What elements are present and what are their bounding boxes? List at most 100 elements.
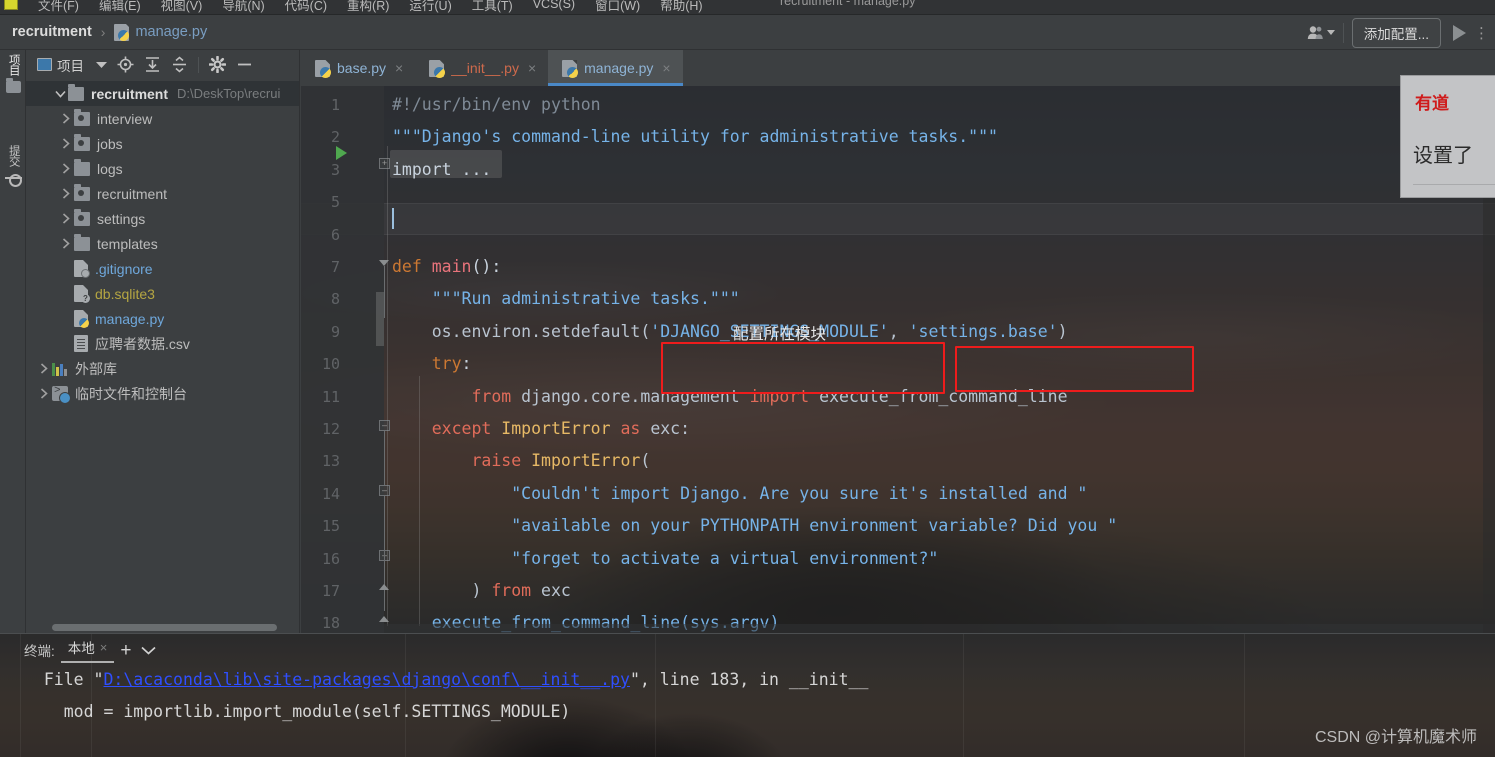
line-number: 3 (330, 160, 340, 179)
watermark: CSDN @计算机魔术师 (1314, 729, 1477, 746)
tree-node-1[interactable]: interview (26, 106, 299, 131)
people-glyph (1307, 26, 1323, 39)
tree-node-2[interactable]: jobs (26, 131, 299, 156)
chevron-right-icon[interactable] (58, 188, 74, 199)
chevron-down-icon[interactable] (96, 61, 107, 69)
collapse-all-icon[interactable] (171, 56, 188, 73)
project-horizontal-scrollbar[interactable] (52, 624, 277, 631)
code-line-13: raise ImportError( (392, 453, 650, 470)
tree-node-5[interactable]: settings (26, 206, 299, 231)
chevron-right-icon[interactable] (58, 113, 74, 124)
module-folder-icon (74, 108, 90, 126)
new-terminal-button[interactable]: + (120, 641, 131, 660)
menu-item-7[interactable]: 工具(T) (462, 0, 523, 14)
chevron-right-icon[interactable] (36, 388, 52, 399)
navigation-bar: recruitment › manage.py 添加配置... ⋮ (0, 15, 1495, 50)
chevron-right-icon[interactable] (58, 213, 74, 224)
tree-node-label: .gitignore (95, 260, 153, 277)
csv-file-icon (74, 335, 88, 352)
expand-all-icon[interactable] (144, 56, 161, 73)
menu-item-6[interactable]: 运行(U) (399, 0, 461, 14)
tree-node-0[interactable]: recruitment D:\DeskTop\recrui (26, 81, 299, 106)
chevron-right-icon[interactable] (58, 163, 74, 174)
tree-node-7[interactable]: .gitignore (26, 256, 299, 281)
code-token: import ... (392, 159, 492, 179)
gear-icon[interactable] (209, 56, 226, 73)
annotation-label: 配置所在模块 (733, 326, 827, 343)
terminal-tab-local[interactable]: 本地 × (60, 637, 114, 663)
user-account-icon[interactable] (1307, 25, 1335, 40)
editor-tab-bar: base.py × __init__.py × manage.py × (301, 50, 1495, 86)
code-token: "available on your PYTHONPATH environmen… (392, 516, 1118, 536)
menu-item-10[interactable]: 帮助(H) (650, 0, 712, 14)
breadcrumb-file[interactable]: manage.py (135, 24, 207, 40)
chevron-down-icon (1326, 30, 1335, 35)
menu-item-0[interactable]: 文件(F) (28, 0, 89, 14)
more-actions-button[interactable]: ⋮ (1474, 24, 1489, 42)
tree-node-path: D:\DeskTop\recrui (177, 86, 281, 101)
project-tree[interactable]: recruitment D:\DeskTop\recrui interview job… (26, 79, 299, 406)
run-button[interactable] (1453, 24, 1466, 41)
youdao-entry-text: 设置了 (1413, 145, 1473, 167)
line-number: 8 (330, 290, 340, 309)
editor-horizontal-scrollbar[interactable] (384, 624, 1495, 633)
editor-tab-label: manage.py (584, 60, 654, 76)
menu-item-2[interactable]: 视图(V) (151, 0, 213, 14)
terminal-header: 终端: 本地 × + (0, 634, 1495, 666)
tree-node-label: manage.py (95, 310, 165, 327)
code-line-12: except ImportError as exc: (392, 420, 690, 438)
editor-tab-label: __init__.py (451, 60, 519, 76)
code-line-10: try: (392, 355, 472, 373)
tree-node-12[interactable]: 临时文件和控制台 (26, 381, 299, 406)
code-line-8: """Run administrative tasks.""" (392, 291, 740, 308)
close-icon[interactable]: × (662, 60, 670, 76)
chevron-right-icon[interactable] (36, 363, 52, 374)
menu-item-5[interactable]: 重构(R) (337, 0, 399, 14)
close-icon[interactable]: × (100, 640, 108, 655)
tree-node-10[interactable]: 应聘者数据.csv (26, 331, 299, 356)
line-number: 10 (321, 355, 340, 374)
menu-item-4[interactable]: 代码(C) (275, 0, 337, 14)
sidebar-item-commit[interactable]: 提交 (0, 145, 26, 187)
sidebar-item-project[interactable]: 项目 (0, 54, 26, 93)
locate-icon[interactable] (117, 56, 134, 73)
breadcrumb-separator: › (100, 24, 106, 40)
tree-node-6[interactable]: templates (26, 231, 299, 256)
youdao-dictionary-popup[interactable]: 有道 设置了 (1400, 75, 1495, 198)
menu-item-3[interactable]: 导航(N) (212, 0, 274, 14)
code-token: os.environ.setdefault( (392, 321, 651, 341)
tree-node-9[interactable]: manage.py (26, 306, 299, 331)
python-file-icon (315, 59, 331, 78)
terminal-line-suffix: ", line 183, in __init__ (629, 670, 869, 689)
editor-right-gutter[interactable] (1483, 136, 1495, 633)
close-icon[interactable]: × (528, 60, 536, 76)
project-panel-title: 项目 (57, 58, 84, 74)
code-token: #!/usr/bin/env python (392, 95, 601, 114)
add-configuration-button[interactable]: 添加配置... (1351, 17, 1441, 48)
menu-item-9[interactable]: 窗口(W) (585, 0, 650, 14)
run-line-icon[interactable] (336, 146, 347, 160)
menu-item-8[interactable]: VCS(S) (523, 0, 585, 11)
editor-gutter[interactable]: 1 2 3 5 6 7 8 9 10 11 12 13 14 15 16 17 18 (301, 86, 384, 633)
tree-node-4[interactable]: recruitment (26, 181, 299, 206)
editor-tab-2[interactable]: manage.py × (548, 50, 684, 86)
menu-item-1[interactable]: 编辑(E) (89, 0, 151, 14)
tree-node-11[interactable]: 外部库 (26, 356, 299, 381)
tree-node-3[interactable]: logs (26, 156, 299, 181)
hide-panel-icon[interactable] (236, 56, 253, 73)
line-number: 1 (330, 96, 340, 114)
editor-tab-1[interactable]: __init__.py × (415, 50, 548, 86)
close-icon[interactable]: × (395, 60, 403, 76)
tree-node-8[interactable]: ? db.sqlite3 (26, 281, 299, 306)
code-line-2: """Django's command-line utility for adm… (392, 129, 998, 146)
terminal-file-link[interactable]: D:\acaconda\lib\site-packages\django\con… (103, 670, 630, 689)
code-editor[interactable]: 12356789101112131415161718 + – – – (301, 86, 1495, 633)
chevron-right-icon[interactable] (58, 238, 74, 249)
breadcrumb-project[interactable]: recruitment (12, 24, 92, 40)
editor-tab-0[interactable]: base.py × (301, 50, 415, 86)
chevron-right-icon[interactable] (58, 138, 74, 149)
chevron-down-icon[interactable] (52, 90, 68, 98)
chevron-down-icon[interactable] (141, 643, 157, 658)
external-libraries-icon (52, 362, 68, 376)
settings-module-value-box (955, 346, 1194, 392)
